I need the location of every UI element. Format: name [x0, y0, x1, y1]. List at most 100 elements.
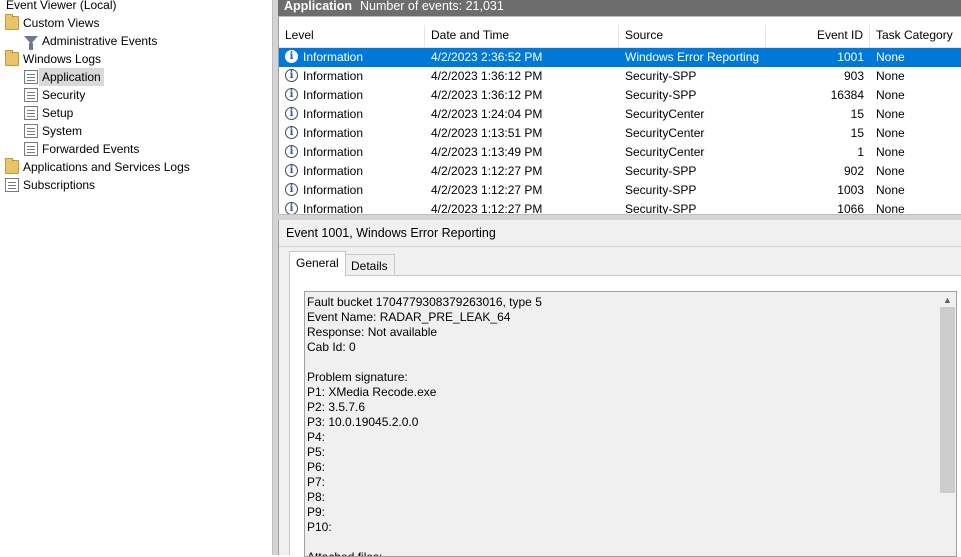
- event-detail-pane: Event 1001, Windows Error Reporting Gene…: [278, 220, 961, 557]
- cell-source: Windows Error Reporting: [625, 50, 760, 64]
- cell-event-id: 15: [850, 107, 864, 121]
- cell-event-id: 1: [857, 145, 864, 159]
- table-row[interactable]: i Information 4/2/2023 2:36:52 PM Windows E…: [279, 48, 961, 67]
- cell-category: None: [876, 69, 905, 83]
- table-row[interactable]: i Information 4/2/2023 1:12:27 PM Security-…: [279, 181, 961, 200]
- tree-item[interactable]: Windows Logs: [0, 50, 270, 68]
- event-list[interactable]: Level Date and Time Source Event ID Task Cat…: [278, 16, 961, 214]
- cell-level: Information: [303, 88, 364, 102]
- cell-source: Security-SPP: [625, 202, 697, 214]
- tab-general[interactable]: General: [289, 251, 346, 276]
- event-count: Number of events: 21,031: [360, 0, 504, 13]
- column-header[interactable]: Date and Time: [425, 25, 619, 47]
- log-icon: [24, 106, 38, 120]
- description-line: P9:: [307, 505, 326, 519]
- cell-datetime: 4/2/2023 1:12:27 PM: [431, 202, 543, 214]
- tree-item[interactable]: Custom Views: [0, 14, 270, 32]
- cell-datetime: 4/2/2023 1:24:04 PM: [431, 107, 543, 121]
- cell-datetime: 4/2/2023 1:12:27 PM: [431, 164, 543, 178]
- tree-item-label: System: [42, 124, 83, 138]
- tree-item-label: Application: [39, 68, 104, 86]
- tree-item[interactable]: Subscriptions: [0, 176, 270, 194]
- cell-level: Information: [303, 69, 364, 83]
- information-icon: i: [285, 50, 298, 63]
- description-scrollbar[interactable]: ▲: [939, 292, 956, 556]
- cell-source: Security-SPP: [625, 164, 697, 178]
- information-icon: i: [285, 107, 298, 120]
- table-row[interactable]: i Information 4/2/2023 1:13:49 PM SecurityC…: [279, 143, 961, 162]
- divider: [279, 246, 961, 247]
- cell-datetime: 4/2/2023 1:36:12 PM: [431, 69, 543, 83]
- description-line: P6:: [307, 460, 326, 474]
- tree-item[interactable]: Forwarded Events: [0, 140, 270, 158]
- column-header[interactable]: Level: [279, 25, 425, 47]
- table-row[interactable]: i Information 4/2/2023 1:24:04 PM SecurityC…: [279, 105, 961, 124]
- tree-item-label: Security: [42, 88, 86, 102]
- description-line: [307, 535, 932, 550]
- table-row[interactable]: i Information 4/2/2023 1:13:51 PM SecurityC…: [279, 124, 961, 143]
- cell-level: Information: [303, 164, 364, 178]
- information-icon: i: [285, 164, 298, 177]
- cell-source: SecurityCenter: [625, 107, 705, 121]
- column-header[interactable]: Source: [619, 25, 766, 47]
- information-icon: i: [285, 183, 298, 196]
- information-icon: i: [285, 202, 298, 214]
- tree-item[interactable]: Application: [0, 68, 270, 86]
- tree-item[interactable]: Administrative Events: [0, 32, 270, 50]
- cell-datetime: 4/2/2023 1:36:12 PM: [431, 88, 543, 102]
- cell-level: Information: [303, 126, 364, 140]
- cell-source: SecurityCenter: [625, 126, 705, 140]
- cell-event-id: 1066: [837, 202, 864, 214]
- description-line: P5:: [307, 445, 326, 459]
- folder-icon: [5, 158, 19, 174]
- cell-event-id: 16384: [830, 88, 864, 102]
- tree-item-label: Administrative Events: [42, 34, 158, 48]
- scroll-thumb[interactable]: [940, 307, 955, 493]
- tree-item-label: Forwarded Events: [42, 142, 140, 156]
- description-line: P3: 10.0.19045.2.0.0: [307, 415, 419, 429]
- table-row[interactable]: i Information 4/2/2023 1:12:27 PM Security-…: [279, 200, 961, 214]
- table-row[interactable]: i Information 4/2/2023 1:12:27 PM Security-…: [279, 162, 961, 181]
- event-description-text: Fault bucket 1704779308379263016, type 5…: [307, 295, 932, 557]
- cell-event-id: 903: [843, 69, 864, 83]
- tree-item-label: Subscriptions: [23, 178, 96, 192]
- description-line: Attached files:: [307, 550, 383, 557]
- tab-details[interactable]: Details: [344, 254, 395, 276]
- information-icon: i: [285, 126, 298, 139]
- tree-item[interactable]: Setup: [0, 104, 270, 122]
- cell-category: None: [876, 107, 905, 121]
- tree-item-label: Windows Logs: [23, 52, 102, 66]
- cell-category: None: [876, 202, 905, 214]
- cell-category: None: [876, 126, 905, 140]
- description-line: P8:: [307, 490, 326, 504]
- table-row[interactable]: i Information 4/2/2023 1:36:12 PM Security-…: [279, 86, 961, 105]
- tree-item[interactable]: System: [0, 122, 270, 140]
- tree-item-label: Custom Views: [23, 16, 100, 30]
- event-description-box[interactable]: Fault bucket 1704779308379263016, type 5…: [304, 291, 957, 557]
- cell-datetime: 4/2/2023 1:12:27 PM: [431, 183, 543, 197]
- column-header[interactable]: Task Category: [870, 25, 961, 47]
- log-icon: [5, 178, 19, 192]
- column-headers: Level Date and Time Source Event ID Task Cat…: [279, 25, 961, 48]
- cell-event-id: 15: [850, 126, 864, 140]
- tree-item[interactable]: Applications and Services Logs: [0, 158, 270, 176]
- cell-source: Security-SPP: [625, 88, 697, 102]
- description-line: P4:: [307, 430, 326, 444]
- log-icon: [24, 70, 38, 84]
- cell-datetime: 4/2/2023 2:36:52 PM: [431, 50, 543, 64]
- description-line: [307, 355, 932, 370]
- folder-icon: [5, 50, 19, 66]
- detail-title: Event 1001, Windows Error Reporting: [286, 226, 496, 240]
- information-icon: i: [285, 145, 298, 158]
- description-line: P10:: [307, 520, 332, 534]
- tree-item[interactable]: Security: [0, 86, 270, 104]
- table-row[interactable]: i Information 4/2/2023 1:36:12 PM Security-…: [279, 67, 961, 86]
- tree-item-label: Setup: [42, 106, 74, 120]
- folder-icon: [5, 14, 19, 30]
- cell-datetime: 4/2/2023 1:13:49 PM: [431, 145, 543, 159]
- column-header[interactable]: Event ID: [766, 25, 870, 47]
- tree-item[interactable]: Event Viewer (Local): [0, 0, 270, 14]
- description-line: Problem signature:: [307, 370, 408, 384]
- cell-event-id: 1001: [837, 50, 864, 64]
- description-line: Response: Not available: [307, 325, 438, 339]
